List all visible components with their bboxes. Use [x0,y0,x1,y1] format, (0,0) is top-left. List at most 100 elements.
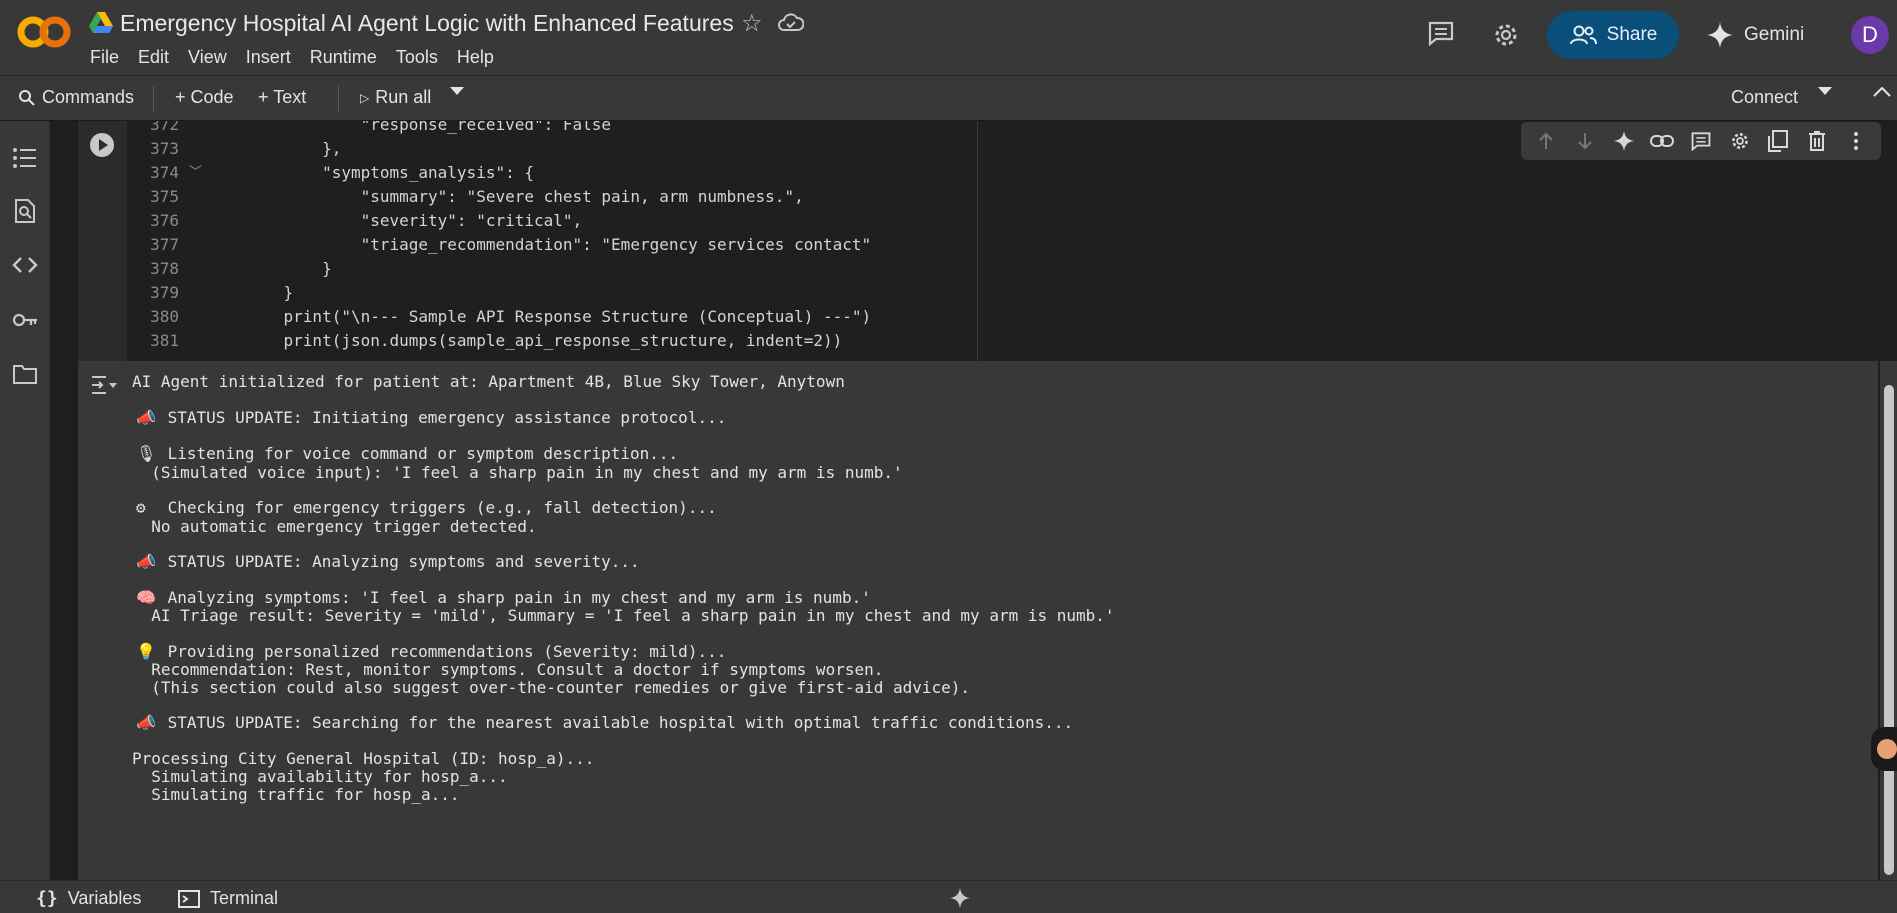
drive-icon [89,12,113,33]
output-line: AI Agent initialized for patient at: Apa… [132,372,845,392]
line-number: 379 [150,283,179,302]
gemini-sparkle-icon[interactable] [949,887,971,909]
braces-icon: {} [36,888,58,909]
add-text-button[interactable]: + Text [258,87,306,108]
output-text: Analyzing symptoms: 'I feel a sharp pain… [167,588,871,607]
settings-gear-icon[interactable] [1491,20,1521,50]
code-line: 377 "triage_recommendation": "Emergency … [127,233,871,257]
output-line: 📣 STATUS UPDATE: Searching for the neare… [136,713,1073,733]
code-text: "response_received": False [245,121,612,134]
output-line: ⚙ Checking for emergency triggers (e.g.,… [136,498,717,518]
cell-settings-gear-icon[interactable] [1728,129,1752,153]
output-line: AI Triage result: Severity = 'mild', Sum… [132,606,1114,626]
toolbar-divider [153,86,154,112]
output-line: Recommendation: Rest, monitor symptoms. … [132,660,883,680]
scrollbar-thumb[interactable] [1884,385,1894,875]
menu-tools[interactable]: Tools [396,47,438,68]
output-line: 📣 STATUS UPDATE: Analyzing symptoms and … [136,552,640,572]
files-folder-icon[interactable] [12,361,38,387]
output-text: (This section could also suggest over-th… [132,678,971,697]
line-number: 376 [150,211,179,230]
line-number: 380 [150,307,179,326]
people-icon [1569,25,1597,45]
output-text: Simulating traffic for hosp_a... [132,785,460,804]
top-header: Emergency Hospital AI Agent Logic with E… [0,0,1897,75]
line-number: 381 [150,331,179,350]
gemini-sparkle-icon[interactable] [1612,129,1636,153]
line-number: 378 [150,259,179,278]
variables-button[interactable]: {} Variables [36,888,141,909]
table-of-contents-icon[interactable] [12,145,38,171]
status-emoji-icon: 📣 [136,713,156,732]
connect-dropdown-icon[interactable] [1818,87,1832,95]
code-text: print(json.dumps(sample_api_response_str… [245,331,843,350]
secrets-key-icon[interactable] [12,307,38,333]
code-snippets-icon[interactable] [12,252,38,278]
menu-runtime[interactable]: Runtime [310,47,377,68]
menu-edit[interactable]: Edit [138,47,169,68]
share-button[interactable]: Share [1547,11,1679,59]
menu-view[interactable]: View [188,47,227,68]
fold-chevron-icon[interactable]: ﹀ [189,161,202,185]
variables-label: Variables [67,888,142,908]
code-editor[interactable]: 372 "response_received": False 373 }, 374 ﹀… [127,121,977,361]
move-cell-up-icon[interactable] [1534,129,1558,153]
line-number: 373 [150,139,179,158]
notebook-toolbar: Commands + Code + Text ▷ Run all Connect [0,75,1897,121]
output-line: 🎙 Listening for voice command or symptom… [136,444,678,464]
menu-insert[interactable]: Insert [246,47,291,68]
comment-icon[interactable] [1427,20,1455,46]
side-panel-toggle[interactable] [1871,727,1897,771]
status-emoji-icon: 📣 [136,552,156,571]
cell-output: AI Agent initialized for patient at: Apa… [78,361,1878,880]
code-text: } [245,283,294,302]
code-text: "triage_recommendation": "Emergency serv… [245,235,872,254]
search-icon [19,89,35,106]
commands-label: Commands [42,87,135,107]
gemini-label: Gemini [1744,24,1805,45]
collapse-chevron-up-icon[interactable] [1873,87,1891,97]
run-all-dropdown-icon[interactable] [450,87,464,95]
status-emoji-icon: 📣 [136,408,156,427]
connect-button[interactable]: Connect [1731,87,1798,108]
status-emoji-icon: 🧠 [136,588,156,607]
move-cell-down-icon[interactable] [1573,129,1597,153]
toolbar-divider [338,86,339,112]
cell-toolbar [1521,122,1881,160]
run-all-button[interactable]: ▷ Run all [360,87,431,108]
notebook-title[interactable]: Emergency Hospital AI Agent Logic with E… [120,10,734,37]
output-text: STATUS UPDATE: Initiating emergency assi… [167,408,727,427]
output-line: Simulating availability for hosp_a... [132,767,507,787]
mirror-cell-icon[interactable] [1766,129,1790,153]
comment-icon[interactable] [1689,129,1713,153]
colab-logo[interactable] [16,14,72,50]
line-number: 377 [150,235,179,254]
find-replace-icon[interactable] [12,198,38,224]
output-line: Simulating traffic for hosp_a... [132,785,460,805]
line-number: 375 [150,187,179,206]
menu-file[interactable]: File [90,47,119,68]
more-options-icon[interactable] [1844,129,1868,153]
code-text: } [245,259,332,278]
code-text: "symptoms_analysis": { [245,163,534,182]
output-line: 🧠 Analyzing symptoms: 'I feel a sharp pa… [136,588,871,608]
output-line: Processing City General Hospital (ID: ho… [132,749,594,769]
link-icon[interactable] [1650,129,1675,153]
delete-trash-icon[interactable] [1805,129,1829,153]
star-icon[interactable]: ☆ [741,9,763,38]
cloud-saved-icon[interactable] [778,12,804,32]
terminal-button[interactable]: Terminal [178,888,278,909]
add-code-button[interactable]: + Code [175,87,234,108]
run-cell-button[interactable] [90,133,114,157]
user-avatar[interactable]: D [1851,16,1889,54]
output-actions-icon[interactable] [90,373,118,397]
output-scrollbar[interactable] [1880,361,1897,880]
output-text: AI Agent initialized for patient at: Apa… [132,372,845,391]
left-sidebar [0,121,50,883]
line-number: 372 [150,121,179,134]
gemini-button[interactable]: Gemini [1706,17,1804,53]
commands-button[interactable]: Commands [18,87,134,108]
menu-help[interactable]: Help [457,47,494,68]
bottom-bar: {} Variables Terminal [0,880,1897,913]
code-line: 376 "severity": "critical", [127,209,582,233]
